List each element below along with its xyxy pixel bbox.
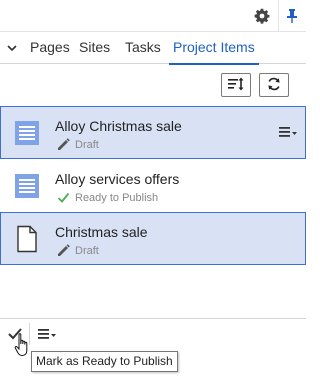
page-icon (15, 225, 39, 253)
pencil-icon (57, 244, 70, 257)
tab-sites[interactable]: Sites (79, 32, 110, 64)
block-icon (15, 119, 39, 147)
item-title: Christmas sale (55, 224, 148, 240)
context-menu-icon[interactable] (277, 124, 299, 140)
list-item[interactable]: Christmas sale Draft (0, 212, 306, 265)
item-status: Draft (57, 138, 99, 151)
tab-pages[interactable]: Pages (30, 32, 70, 64)
item-status: Ready to Publish (57, 191, 158, 204)
item-status-label: Draft (75, 138, 99, 151)
check-icon (57, 191, 70, 204)
pin-icon[interactable] (282, 6, 302, 26)
list-toolbar (0, 64, 306, 104)
tooltip: Mark as Ready to Publish (31, 351, 178, 372)
hand-cursor-icon (14, 332, 32, 358)
list-item[interactable]: Alloy services offers Ready to Publish (0, 159, 306, 212)
list-item[interactable]: Alloy Christmas sale Draft (0, 106, 306, 159)
menu-icon[interactable] (36, 326, 58, 342)
top-bar (0, 0, 306, 32)
sort-button[interactable] (221, 73, 251, 97)
pencil-icon (57, 138, 70, 151)
item-title: Alloy services offers (55, 171, 180, 187)
chevron-down-icon[interactable] (4, 40, 20, 56)
refresh-icon (266, 76, 282, 95)
gear-icon[interactable] (252, 6, 272, 26)
top-bar-divider (278, 0, 279, 32)
bottom-toolbar (0, 318, 306, 348)
item-status: Draft (57, 244, 99, 257)
tab-tasks[interactable]: Tasks (125, 32, 161, 64)
item-title: Alloy Christmas sale (55, 118, 182, 134)
tab-project-items[interactable]: Project Items (169, 32, 259, 65)
item-status-label: Draft (75, 244, 99, 257)
item-status-label: Ready to Publish (75, 191, 159, 204)
refresh-button[interactable] (259, 73, 289, 97)
sort-icon (227, 76, 245, 95)
block-icon (15, 172, 39, 200)
tab-bar: Pages Sites Tasks Project Items (0, 32, 306, 65)
